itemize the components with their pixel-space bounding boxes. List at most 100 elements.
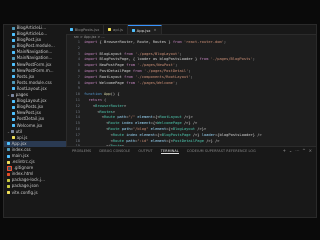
code-token: RootLayout — [99, 74, 124, 79]
code-token: BrowserRouter — [95, 103, 124, 108]
css-file-icon — [7, 148, 10, 152]
code-token: './pages/BlogLayout' — [135, 51, 180, 56]
code-token: import — [84, 63, 100, 68]
code-text: import WelcomePage from './pages/Welcome… — [84, 81, 177, 87]
close-icon[interactable]: × — [309, 148, 312, 153]
vscode-window: BlogArticleLi... BlogArticleLo... BlogPost… — [3, 24, 317, 218]
code-token: element — [137, 115, 153, 120]
chevron-down-icon: ⌄ — [7, 93, 11, 98]
code-token: Route — [108, 121, 122, 126]
code-token: () { — [110, 92, 120, 97]
jsx-file-icon — [12, 117, 15, 121]
code-token: element — [139, 132, 156, 137]
css-file-icon — [12, 57, 15, 61]
code-token: './pages/Welcome' — [137, 80, 176, 85]
panel-tab[interactable]: PROBLEMS — [72, 149, 91, 153]
bottom-panel: PROBLEMS DEBUG CONSOLE OUTPUT TERMINAL CODEI… — [66, 146, 316, 217]
code-token: NewPostPage — [99, 63, 127, 68]
code-token: ; — [223, 40, 227, 44]
css-file-icon — [12, 81, 15, 85]
code-token: element — [135, 121, 151, 126]
tab-label: App.jsx — [136, 27, 151, 33]
panel-tab[interactable]: CODEIUM SUPERFAST REFERENCE LOG — [187, 149, 256, 153]
code-token: RootLayout — [159, 115, 184, 120]
code-token: ={< — [155, 132, 162, 137]
jsx-file-icon — [12, 63, 15, 67]
json-file-icon — [7, 178, 10, 182]
editor-tab[interactable]: BlogPosts.jsx — [66, 25, 105, 34]
file-label: vite.config.js — [11, 189, 38, 195]
code-token: ={< — [152, 115, 160, 120]
code-token: from — [123, 51, 136, 56]
code-token: < — [84, 109, 100, 114]
tab-label: BlogPosts.jsx — [74, 27, 100, 32]
code-token: "/blog" — [132, 126, 151, 131]
code-token: './components/RootLayout' — [135, 74, 191, 79]
code-token: />}> — [183, 115, 193, 120]
close-icon[interactable]: × — [154, 28, 157, 32]
file-explorer: BlogArticleLi... BlogArticleLo... BlogPost… — [4, 25, 67, 217]
code-token: Route — [112, 132, 127, 137]
code-token: ( — [103, 97, 107, 102]
maximize-icon[interactable]: ^ — [302, 148, 305, 153]
code-token: from — [199, 57, 211, 62]
code-token: > — [123, 103, 127, 108]
code-token: './pages/PostDetail' — [143, 68, 189, 73]
code-token: path — [117, 115, 127, 120]
file-item[interactable]: vite.config.js — [4, 190, 66, 196]
code-token: import — [84, 80, 100, 85]
add-terminal-icon[interactable]: + — [283, 148, 286, 153]
code-token: import — [84, 57, 100, 62]
js-file-icon — [7, 191, 10, 195]
code-token: Route — [103, 115, 118, 120]
code-token: import — [84, 68, 100, 73]
jsx-file-icon — [12, 32, 15, 36]
code-token: BlogPostsPage, { loader as blogPostsLoad… — [99, 57, 200, 62]
code-token: from — [123, 74, 136, 79]
code-token: from — [126, 80, 138, 85]
jsx-file-icon — [12, 99, 15, 103]
more-icon[interactable]: ⋯ — [295, 148, 299, 153]
code-token: "/" — [128, 115, 138, 120]
code-token: './pages/BlogPosts' — [210, 57, 253, 62]
code-token: from — [132, 68, 144, 73]
code-editor[interactable]: 1 import { BrowserRouter, Route, Routes }… — [66, 40, 316, 189]
file-icon — [70, 28, 73, 31]
code-token: />} /> — [183, 121, 198, 126]
code-token: BlogLayout — [99, 51, 124, 56]
css-file-icon — [12, 44, 15, 48]
code-token: < — [84, 126, 109, 131]
code-token: index — [126, 132, 140, 137]
code-text: import { BrowserRouter, Route, Routes } … — [84, 40, 226, 46]
code-token: loader — [201, 132, 216, 137]
jsx-file-icon — [12, 38, 15, 42]
code-token: ; — [175, 80, 178, 85]
editor-tab[interactable]: App.jsx × — [128, 25, 162, 34]
editor-tab[interactable]: api.js — [104, 25, 129, 34]
code-token: ={< — [166, 126, 173, 131]
panel-tabs: PROBLEMS DEBUG CONSOLE OUTPUT TERMINAL CODEI… — [66, 147, 316, 155]
panel-tab[interactable]: TERMINAL — [160, 149, 179, 154]
code-token: < — [84, 121, 109, 126]
code-token: element — [150, 138, 167, 143]
code-token: path — [126, 138, 136, 143]
panel-tab[interactable]: OUTPUT — [138, 149, 152, 153]
code-token: function — [84, 92, 104, 97]
panel-tab[interactable]: DEBUG CONSOLE — [99, 149, 130, 153]
code-token: < — [84, 115, 104, 120]
html-file-icon — [7, 172, 10, 176]
code-token: import — [84, 40, 100, 44]
code-token: WelcomePage — [157, 121, 184, 126]
code-token: BlogPostsPage — [161, 132, 193, 137]
code-token: < — [84, 138, 113, 143]
chevron-down-icon[interactable]: ⌄ — [289, 148, 292, 153]
code-token: import — [84, 74, 100, 79]
code-token: />} /> — [206, 138, 220, 143]
code-token: Route — [112, 138, 127, 143]
code-token: ; — [188, 68, 191, 73]
js-file-icon — [12, 136, 15, 140]
jsx-file-icon — [12, 75, 15, 79]
git-file-icon — [7, 165, 12, 171]
code-token: />} — [192, 132, 202, 137]
jsx-file-icon — [7, 154, 10, 158]
